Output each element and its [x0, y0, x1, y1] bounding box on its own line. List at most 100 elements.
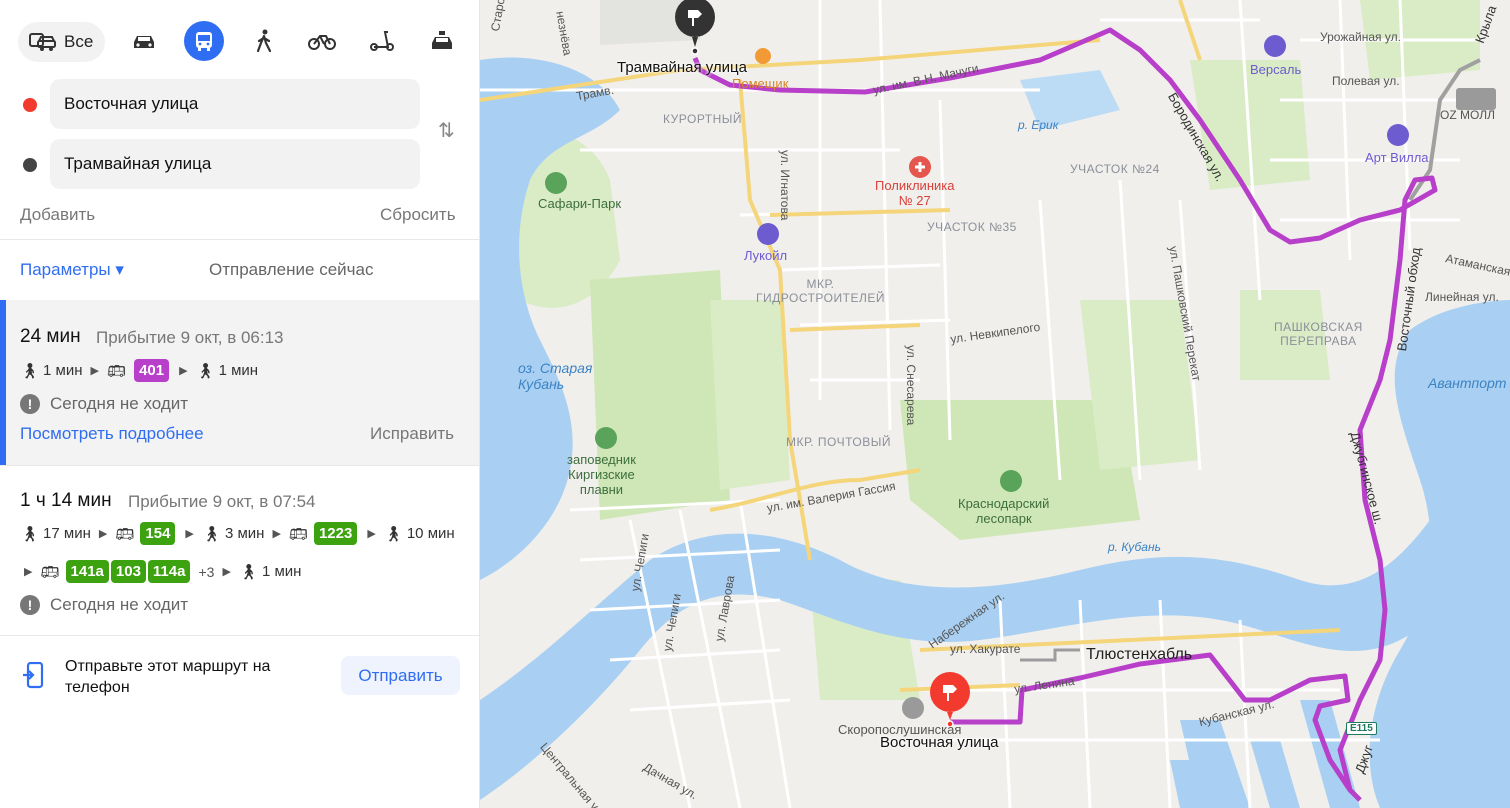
status-text: Сегодня не ходит: [50, 595, 189, 614]
map-canvas: [480, 0, 1510, 808]
more-lines: +3: [198, 563, 215, 580]
selected-indicator: [0, 300, 6, 465]
walk-time: 17 мин: [43, 525, 91, 542]
line-badge: 154: [140, 522, 176, 545]
status-text: Сегодня не ходит: [50, 394, 189, 413]
walk-icon: 🚶︎: [20, 525, 40, 543]
map-label-poi: OZ МОЛЛ: [1440, 108, 1495, 122]
walk-time: 1 мин: [261, 563, 302, 580]
send-button[interactable]: Отправить: [341, 656, 460, 695]
map-label-district: УЧАСТОК №24: [1070, 162, 1160, 176]
line-badge: 401: [134, 359, 170, 382]
map-label-poi: Версаль: [1250, 62, 1302, 77]
map-label-water: р. Ерик: [1018, 118, 1059, 132]
map-label-district: МКР. ПОЧТОВЫЙ: [786, 435, 891, 449]
warning-icon: !: [20, 394, 40, 414]
map-label-district: МКР. ГИДРОСТРОИТЕЛЕЙ: [756, 277, 885, 305]
departure-time-button[interactable]: Отправление сейчас: [209, 260, 373, 280]
route-panel: Все Восточная улица Трамвайная улица ⇅ Д…: [0, 0, 480, 808]
line-badge: 103: [110, 560, 146, 583]
map-label-district: ПАШКОВСКАЯ ПЕРЕПРАВА: [1274, 320, 1363, 348]
route-1-status: ! Сегодня не ходит: [20, 394, 188, 414]
line-badge: 114а: [147, 560, 191, 583]
walk-icon: 🚶︎: [238, 563, 258, 581]
map-label-water: р. Кубань: [1108, 540, 1161, 554]
scooter-icon: [370, 31, 394, 51]
route-1-duration: 24 мин: [20, 326, 81, 347]
send-to-phone-text: Отправьте этот маршрут на телефон: [65, 658, 271, 696]
destination-dot: [23, 158, 37, 172]
swap-icon[interactable]: ⇅: [438, 118, 455, 143]
map-label-poi: Скоропослушинская: [838, 722, 962, 737]
origin-input[interactable]: Восточная улица: [50, 79, 420, 129]
map-label-street: ул. Снесарева: [904, 345, 918, 426]
walk-time: 1 мин: [43, 362, 83, 379]
origin-dot: [23, 98, 37, 112]
map-label-street: ул. Игнатова: [778, 150, 792, 221]
map-label-poi: Поликлиника № 27: [875, 178, 955, 208]
walk-icon: 🚶︎: [383, 525, 403, 543]
map-label-water: оз. Старая Кубань: [518, 360, 593, 392]
fix-route-button[interactable]: Исправить: [370, 424, 454, 444]
map-label-poi: заповедник Киргизские плавни: [567, 452, 636, 497]
mode-all-label: Все: [64, 32, 94, 51]
bus-icon: 🚌︎: [288, 525, 308, 543]
walk-time: 3 мин: [224, 525, 265, 542]
map-label-street: Урожайная ул.: [1320, 30, 1401, 44]
map-view[interactable]: Трамвайная улица Восточная улица КУРОРТН…: [480, 0, 1510, 808]
walk-time: 1 мин: [218, 362, 259, 379]
walk-icon: 🚶︎: [195, 362, 215, 380]
route-1-arrival: Прибытие 9 окт, в 06:13: [96, 328, 284, 347]
parameters-dropdown[interactable]: Параметры ▾: [20, 260, 124, 280]
map-label-street: ул. Хакурате: [950, 642, 1021, 656]
map-label-town: Тлюстенхабль: [1086, 646, 1193, 663]
map-label-district: КУРОРТНЫЙ: [663, 112, 743, 126]
walk-icon: 🚶︎: [201, 525, 221, 543]
route-2-arrival: Прибытие 9 окт, в 07:54: [128, 492, 316, 511]
map-label-poi: Сафари-Парк: [538, 196, 622, 211]
mode-bike-button[interactable]: [302, 21, 342, 61]
route-2-duration: 1 ч 14 мин: [20, 490, 112, 511]
mode-car-button[interactable]: [124, 21, 164, 61]
route-2-segments-row1: 🚶︎ 17 мин ▶ 🚌︎ 154 ▶ 🚶︎ 3 мин ▶ 🚌︎ 1223 …: [20, 522, 455, 545]
add-point-button[interactable]: Добавить: [20, 205, 95, 225]
highway-shield: E115: [1346, 722, 1377, 735]
transport-modes: Все: [18, 21, 106, 63]
map-label-street: Линейная ул.: [1425, 290, 1499, 304]
map-label-poi: Лукойл: [744, 248, 788, 263]
all-transport-icon: [29, 33, 56, 51]
map-label-street: Полевая ул.: [1332, 74, 1400, 88]
destination-input[interactable]: Трамвайная улица: [50, 139, 420, 189]
reset-button[interactable]: Сбросить: [380, 205, 456, 225]
car-icon: [134, 36, 154, 48]
route-2-status: ! Сегодня не ходит: [20, 595, 188, 615]
mode-bus-button[interactable]: [184, 21, 224, 61]
walk-icon: [256, 29, 272, 53]
map-label-water: Авантпорт: [1428, 375, 1507, 391]
divider: [0, 465, 480, 466]
divider: [0, 635, 480, 636]
map-label-district: УЧАСТОК №35: [927, 220, 1017, 234]
mode-taxi-button[interactable]: [422, 21, 462, 61]
phone-icon: [23, 662, 44, 689]
bus-icon: 🚌︎: [115, 525, 135, 543]
divider: [0, 239, 480, 240]
warning-icon: !: [20, 595, 40, 615]
walk-time: 10 мин: [406, 525, 455, 542]
map-label-poi: Арт Вилла: [1365, 150, 1429, 165]
map-label-poi: Помещик: [732, 76, 789, 91]
mode-all-button[interactable]: Все: [18, 22, 106, 62]
bus-icon: [196, 32, 212, 51]
bus-icon: 🚌︎: [40, 563, 60, 581]
bus-icon: 🚌︎: [107, 362, 127, 380]
map-label-poi: Краснодарский лесопарк: [958, 496, 1050, 526]
map-label-destination: Трамвайная улица: [617, 59, 747, 76]
mode-scooter-button[interactable]: [362, 21, 402, 61]
route-1-segments: 🚶︎ 1 мин ▶ 🚌︎ 401 ▶ 🚶︎ 1 мин: [20, 359, 258, 382]
route-details-link[interactable]: Посмотреть подробнее: [20, 424, 204, 444]
bike-icon: [308, 35, 336, 50]
walk-icon: 🚶︎: [20, 362, 40, 380]
line-badge: 141а: [65, 560, 109, 583]
taxi-icon: [432, 31, 452, 49]
mode-walk-button[interactable]: [244, 21, 284, 61]
